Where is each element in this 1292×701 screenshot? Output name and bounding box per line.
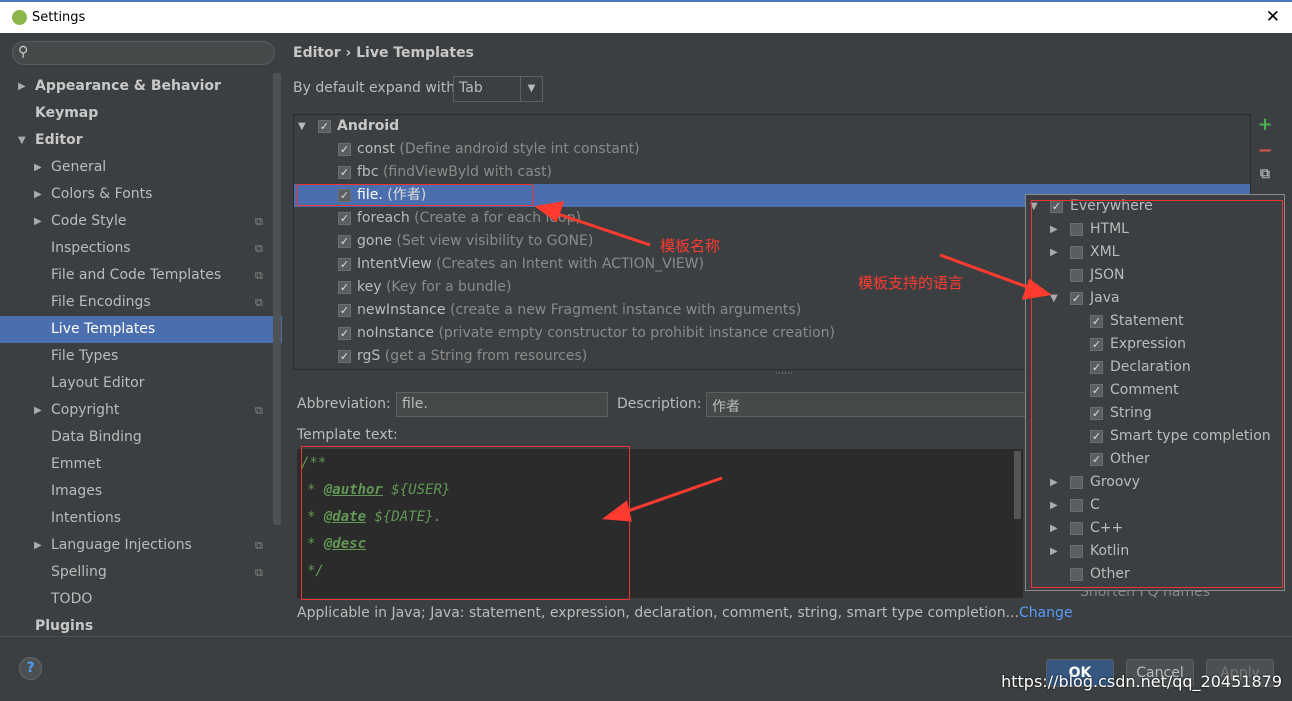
annotation-template-name: 模板名称 — [660, 237, 721, 255]
annotation-arrows — [534, 201, 1052, 522]
annotation-supported-languages: 模板支持的语言 — [858, 274, 964, 292]
watermark: https://blog.csdn.net/qq_20451879 — [1001, 672, 1282, 691]
